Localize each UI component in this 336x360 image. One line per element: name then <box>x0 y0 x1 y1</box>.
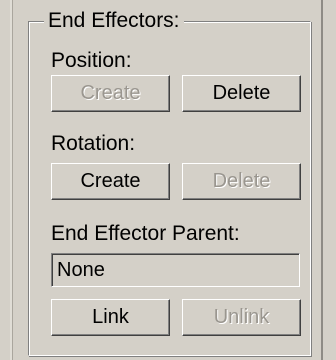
link-button[interactable]: Link <box>51 299 170 336</box>
position-label: Position: <box>51 49 132 72</box>
end-effector-parent-field[interactable]: None <box>51 253 300 287</box>
unlink-button[interactable]: Unlink <box>182 299 301 336</box>
rotation-delete-button[interactable]: Delete <box>182 163 301 200</box>
position-delete-button[interactable]: Delete <box>182 75 301 112</box>
rotation-create-button[interactable]: Create <box>51 163 170 200</box>
group-title: End Effectors: <box>44 9 184 33</box>
rotation-label: Rotation: <box>51 132 136 155</box>
end-effector-parent-label: End Effector Parent: <box>51 222 240 245</box>
position-create-button[interactable]: Create <box>51 75 170 112</box>
